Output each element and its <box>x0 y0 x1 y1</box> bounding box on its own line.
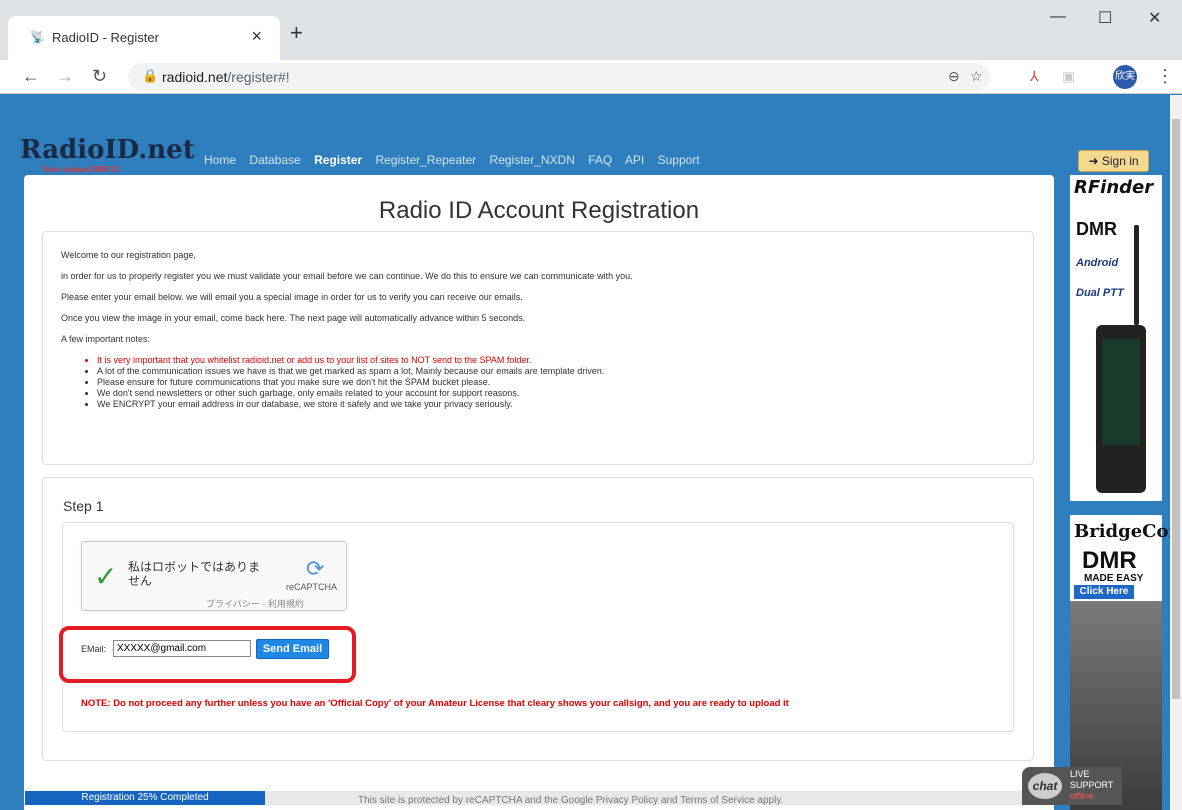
profile-avatar[interactable]: 欣実 <box>1113 65 1137 89</box>
address-bar[interactable]: 🔒 radioid.net/register#! ⊖ ☆ <box>128 63 990 91</box>
bridgecom-tagline: MADE EASY <box>1084 573 1144 584</box>
registration-progress-bar: Registration 25% Completed <box>25 791 265 805</box>
nav-database[interactable]: Database <box>249 153 300 167</box>
intro-line: A few important notes: <box>61 334 151 344</box>
site-tagline: Your unique DMR ID <box>42 165 119 174</box>
bridgecom-click-button[interactable]: Click Here <box>1074 585 1134 599</box>
nav-register-repeater[interactable]: Register_Repeater <box>375 153 476 167</box>
nav-register-nxdn[interactable]: Register_NXDN <box>490 153 575 167</box>
sign-in-button[interactable]: ➜ Sign in <box>1078 150 1149 172</box>
browser-tab-strip: 📡 RadioID - Register × + — ☐ ✕ <box>0 0 1182 60</box>
window-close-button[interactable]: ✕ <box>1148 8 1161 28</box>
radio-tower-icon: 📡 <box>30 30 45 44</box>
minimize-button[interactable]: — <box>1050 8 1066 26</box>
recaptcha-logo-icon: ⟳ <box>306 556 325 581</box>
back-arrow-icon[interactable]: ← <box>22 66 40 87</box>
scroll-thumb[interactable] <box>1172 119 1180 699</box>
intro-line: Welcome to our registration page, <box>61 250 196 260</box>
note-item: We ENCRYPT your email address in our dat… <box>97 399 1015 409</box>
nav-api[interactable]: API <box>625 153 644 167</box>
lock-icon: 🔒 <box>142 68 159 83</box>
extension-icon[interactable]: ▣ <box>1062 68 1075 85</box>
web-page: RadioID.net Your unique DMR ID Home Data… <box>0 95 1170 810</box>
bridgecom-brand: BridgeCom <box>1074 521 1170 542</box>
reload-icon[interactable]: ↻ <box>92 66 107 87</box>
main-nav: Home Database Register Register_Repeater… <box>204 153 710 167</box>
email-highlight-annotation <box>59 626 356 683</box>
nav-support[interactable]: Support <box>658 153 700 167</box>
license-warning: NOTE: Do not proceed any further unless … <box>81 698 789 709</box>
url-text: radioid.net/register#! <box>162 69 290 85</box>
chat-status-label: offline <box>1070 791 1094 801</box>
intro-box: Welcome to our registration page, in ord… <box>42 231 1034 465</box>
note-item: It is very important that you whitelist … <box>97 355 1015 365</box>
pdf-extension-icon[interactable]: ⅄ <box>1030 68 1039 85</box>
browser-tab[interactable]: 📡 RadioID - Register × <box>8 16 280 60</box>
intro-line: in order for us to properly register you… <box>61 271 633 281</box>
recaptcha-notice: This site is protected by reCAPTCHA and … <box>358 795 784 806</box>
tab-close-icon[interactable]: × <box>251 26 262 47</box>
rfinder-ptt: Dual PTT <box>1076 287 1124 299</box>
nav-faq[interactable]: FAQ <box>588 153 612 167</box>
maximize-button[interactable]: ☐ <box>1098 8 1112 28</box>
page-scrollbar[interactable] <box>1170 95 1182 810</box>
registration-panel: Radio ID Account Registration Welcome to… <box>24 175 1054 810</box>
step-label: Step 1 <box>63 498 104 514</box>
chat-bubble-icon: chat <box>1028 773 1062 799</box>
menu-dots-icon[interactable]: ⋮ <box>1156 66 1174 87</box>
nav-home[interactable]: Home <box>204 153 236 167</box>
rfinder-dmr: DMR <box>1076 219 1117 239</box>
intro-line: Once you view the image in your email, c… <box>61 313 526 323</box>
bridgecom-dmr: DMR <box>1082 547 1137 574</box>
step1-box: Step 1 ✓ 私はロボットではありません ⟳ reCAPTCHA プライバシ… <box>42 477 1034 761</box>
new-tab-button[interactable]: + <box>290 20 303 46</box>
recaptcha-label: 私はロボットではありません <box>128 560 261 588</box>
zoom-icon[interactable]: ⊖ <box>948 68 960 85</box>
page-title: Radio ID Account Registration <box>378 197 700 224</box>
recaptcha-widget[interactable]: ✓ 私はロボットではありません ⟳ reCAPTCHA プライバシー - 利用規… <box>81 541 347 611</box>
note-item: Please ensure for future communications … <box>97 377 1015 387</box>
bookmark-star-icon[interactable]: ☆ <box>970 68 983 85</box>
live-chat-widget[interactable]: chat LIVE SUPPORT offline <box>1022 767 1122 805</box>
recaptcha-links[interactable]: プライバシー - 利用規約 <box>206 597 304 610</box>
nav-register[interactable]: Register <box>314 153 362 167</box>
checkmark-icon[interactable]: ✓ <box>94 560 117 593</box>
radio-phone-image <box>1096 225 1146 493</box>
rfinder-brand: RFinder <box>1074 177 1154 198</box>
forward-arrow-icon[interactable]: → <box>56 66 74 87</box>
note-item: We don't send newsletters or other such … <box>97 388 1015 398</box>
notes-list: It is very important that you whitelist … <box>97 355 1015 409</box>
browser-toolbar: ← → ↻ 🔒 radioid.net/register#! ⊖ ☆ ⅄ ▣ 欣… <box>0 60 1182 94</box>
chat-support-label: SUPPORT <box>1070 780 1114 790</box>
bridgecom-ad[interactable]: BridgeCom DMR MADE EASY Click Here <box>1070 515 1170 810</box>
note-item: A lot of the communication issues we hav… <box>97 366 1015 376</box>
rfinder-android: Android <box>1076 257 1119 269</box>
chat-live-label: LIVE <box>1070 769 1090 779</box>
intro-line: Please enter your email below. we will e… <box>61 292 523 302</box>
tab-title: RadioID - Register <box>52 30 159 45</box>
site-logo[interactable]: RadioID.net Your unique DMR ID <box>20 135 195 174</box>
rfinder-ad[interactable]: RFinder DMR Android Dual PTT <box>1070 175 1162 501</box>
recaptcha-brand: reCAPTCHA <box>286 582 338 592</box>
